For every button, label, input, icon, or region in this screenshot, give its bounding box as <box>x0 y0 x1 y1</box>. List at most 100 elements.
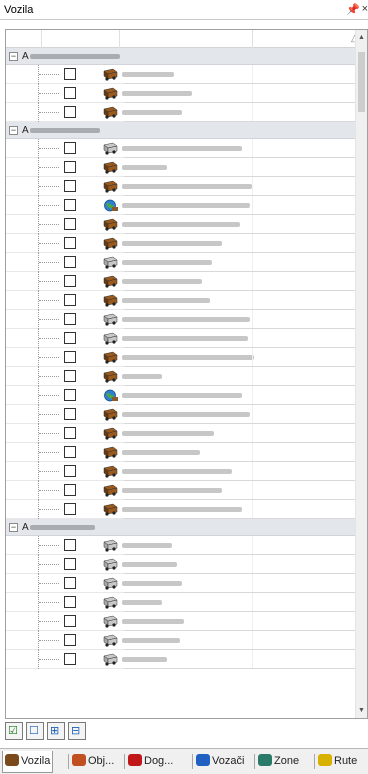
tree-line <box>39 471 59 472</box>
vehicle-checkbox[interactable] <box>64 484 76 496</box>
vehicle-checkbox[interactable] <box>64 106 76 118</box>
truck-gray-icon <box>102 634 119 647</box>
vehicle-row[interactable] <box>6 462 356 481</box>
vehicle-row[interactable] <box>6 612 356 631</box>
vehicle-checkbox[interactable] <box>64 615 76 627</box>
vehicle-row[interactable] <box>6 593 356 612</box>
vehicle-row[interactable] <box>6 158 356 177</box>
vehicle-name-redacted <box>122 507 242 512</box>
collapse-icon[interactable]: − <box>9 523 18 532</box>
vehicle-row[interactable] <box>6 65 356 84</box>
vehicle-row[interactable] <box>6 481 356 500</box>
vehicle-checkbox[interactable] <box>64 634 76 646</box>
vehicle-checkbox[interactable] <box>64 313 76 325</box>
vehicle-checkbox[interactable] <box>64 408 76 420</box>
truck-brown-icon <box>102 161 119 174</box>
vehicle-row[interactable] <box>6 196 356 215</box>
uncheck-all-button[interactable]: ☐ <box>26 722 44 740</box>
vehicle-checkbox[interactable] <box>64 237 76 249</box>
vehicle-checkbox[interactable] <box>64 199 76 211</box>
vehicle-row[interactable] <box>6 215 356 234</box>
tab-zone[interactable]: Zone <box>256 751 301 773</box>
tab-label: Vozači <box>212 755 245 767</box>
vehicle-row[interactable] <box>6 272 356 291</box>
vehicle-row[interactable] <box>6 348 356 367</box>
vehicle-row[interactable] <box>6 386 356 405</box>
vehicle-name-redacted <box>122 431 214 436</box>
vehicle-row[interactable] <box>6 103 356 122</box>
column-header-check[interactable] <box>42 30 120 48</box>
tree-line <box>39 148 59 149</box>
vehicle-checkbox[interactable] <box>64 294 76 306</box>
expand-all-button[interactable]: ⊞ <box>47 722 65 740</box>
vertical-scrollbar[interactable]: ▲ ▼ <box>355 30 367 718</box>
collapse-icon[interactable]: − <box>9 126 18 135</box>
vehicle-row[interactable] <box>6 177 356 196</box>
vehicle-row[interactable] <box>6 650 356 669</box>
vehicle-row[interactable] <box>6 291 356 310</box>
vehicle-checkbox[interactable] <box>64 370 76 382</box>
vehicle-checkbox[interactable] <box>64 577 76 589</box>
vehicle-checkbox[interactable] <box>64 351 76 363</box>
vehicle-checkbox[interactable] <box>64 142 76 154</box>
column-divider <box>252 631 253 650</box>
vehicle-checkbox[interactable] <box>64 389 76 401</box>
scroll-down-icon[interactable]: ▼ <box>358 707 365 714</box>
vehicle-row[interactable] <box>6 536 356 555</box>
vehicle-checkbox[interactable] <box>64 427 76 439</box>
vehicle-checkbox[interactable] <box>64 465 76 477</box>
vehicle-row[interactable] <box>6 329 356 348</box>
vehicle-tree-list[interactable]: △ −A −A −A ▲ ▼ <box>5 29 368 719</box>
vehicle-checkbox[interactable] <box>64 332 76 344</box>
vehicle-checkbox[interactable] <box>64 446 76 458</box>
column-header-name[interactable]: △ <box>120 30 359 48</box>
group-header[interactable]: − A <box>6 122 356 139</box>
vehicle-row[interactable] <box>6 574 356 593</box>
tree-line <box>39 376 59 377</box>
vehicle-checkbox[interactable] <box>64 596 76 608</box>
vehicle-checkbox[interactable] <box>64 558 76 570</box>
vehicle-row[interactable] <box>6 405 356 424</box>
tab-vozai[interactable]: Vozači <box>194 751 246 773</box>
vehicle-checkbox[interactable] <box>64 275 76 287</box>
vehicle-row[interactable] <box>6 234 356 253</box>
tab-dog[interactable]: Dog... <box>126 751 175 773</box>
tab-rute[interactable]: Rute <box>316 751 359 773</box>
vehicle-checkbox[interactable] <box>64 503 76 515</box>
vehicle-checkbox[interactable] <box>64 68 76 80</box>
scroll-thumb[interactable] <box>358 52 365 112</box>
vehicle-row[interactable] <box>6 310 356 329</box>
tree-line <box>39 433 59 434</box>
pin-icon[interactable]: 📌 <box>346 3 360 16</box>
column-header-expand[interactable] <box>6 30 42 48</box>
column-divider <box>252 424 253 443</box>
truck-gray-icon <box>102 558 119 571</box>
group-header[interactable]: − A <box>6 48 356 65</box>
vehicle-row[interactable] <box>6 500 356 519</box>
tab-obj[interactable]: Obj... <box>70 751 116 773</box>
vehicle-checkbox[interactable] <box>64 180 76 192</box>
vehicle-row[interactable] <box>6 424 356 443</box>
check-all-button[interactable]: ☑ <box>5 722 23 740</box>
truck-brown-icon <box>102 503 119 516</box>
vehicle-row[interactable] <box>6 555 356 574</box>
tree-line <box>39 112 59 113</box>
vehicle-row[interactable] <box>6 443 356 462</box>
vehicle-checkbox[interactable] <box>64 539 76 551</box>
close-icon[interactable]: × <box>362 3 368 15</box>
vehicle-row[interactable] <box>6 631 356 650</box>
vehicle-row[interactable] <box>6 139 356 158</box>
vehicle-checkbox[interactable] <box>64 256 76 268</box>
collapse-all-button[interactable]: ⊟ <box>68 722 86 740</box>
vehicle-row[interactable] <box>6 84 356 103</box>
group-header[interactable]: − A <box>6 519 356 536</box>
collapse-icon[interactable]: − <box>9 52 18 61</box>
vehicle-checkbox[interactable] <box>64 161 76 173</box>
scroll-up-icon[interactable]: ▲ <box>358 34 365 41</box>
vehicle-row[interactable] <box>6 367 356 386</box>
vehicle-checkbox[interactable] <box>64 653 76 665</box>
vehicle-row[interactable] <box>6 253 356 272</box>
tab-vozila[interactable]: Vozila <box>2 751 54 773</box>
vehicle-checkbox[interactable] <box>64 218 76 230</box>
vehicle-checkbox[interactable] <box>64 87 76 99</box>
